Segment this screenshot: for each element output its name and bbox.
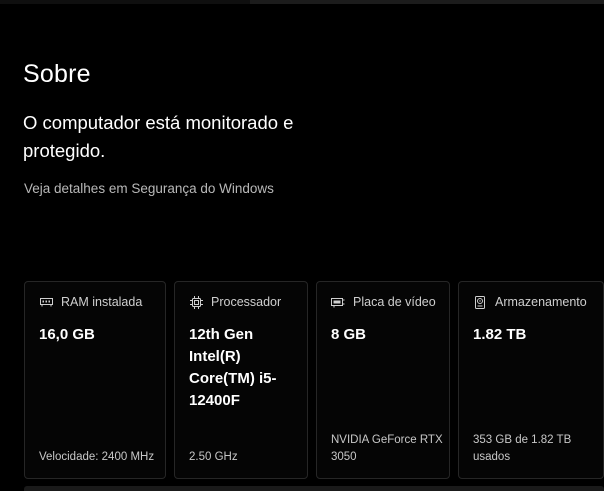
card-storage-label: Armazenamento	[495, 295, 587, 309]
card-processor-value: 12th Gen Intel(R) Core(TM) i5-12400F	[189, 326, 277, 409]
page-title: Sobre	[23, 60, 91, 88]
graphics-card-icon	[331, 295, 345, 309]
hardware-specs-cards: RAM instalada 16,0 GB Velocidade: 2400 M…	[24, 281, 604, 481]
card-ram-header: RAM instalada	[39, 295, 142, 309]
top-edge-segment	[0, 0, 250, 4]
card-graphics: Placa de vídeo 8 GB NVIDIA GeForce RTX 3…	[316, 281, 450, 479]
top-edge-strip	[0, 0, 604, 4]
card-graphics-footer: NVIDIA GeForce RTX 3050	[331, 434, 443, 463]
card-storage: Armazenamento 1.82 TB 353 GB de 1.82 TB …	[458, 281, 604, 479]
card-ram-label: RAM instalada	[61, 295, 143, 309]
storage-icon	[473, 295, 487, 309]
card-ram-value: 16,0 GB	[39, 326, 95, 343]
card-storage-value: 1.82 TB	[473, 326, 527, 343]
card-graphics-label: Placa de vídeo	[353, 295, 436, 309]
card-processor: Processador 12th Gen Intel(R) Core(TM) i…	[174, 281, 308, 479]
card-graphics-value: 8 GB	[331, 326, 367, 343]
security-status-text: O computador está monitorado e protegido…	[23, 112, 294, 161]
next-section-edge	[24, 486, 604, 491]
card-graphics-header: Placa de vídeo	[331, 295, 436, 309]
card-processor-label: Processador	[211, 295, 282, 309]
card-processor-footer: 2.50 GHz	[189, 451, 238, 463]
card-ram-footer: Velocidade: 2400 MHz	[39, 451, 155, 463]
ram-icon	[39, 295, 53, 309]
processor-icon	[189, 295, 203, 309]
card-ram: RAM instalada 16,0 GB Velocidade: 2400 M…	[24, 281, 166, 479]
windows-security-link[interactable]: Veja detalhes em Segurança do Windows	[24, 181, 274, 196]
card-storage-footer: 353 GB de 1.82 TB usados	[473, 434, 572, 463]
card-storage-header: Armazenamento	[473, 295, 587, 309]
card-processor-header: Processador	[189, 295, 281, 309]
